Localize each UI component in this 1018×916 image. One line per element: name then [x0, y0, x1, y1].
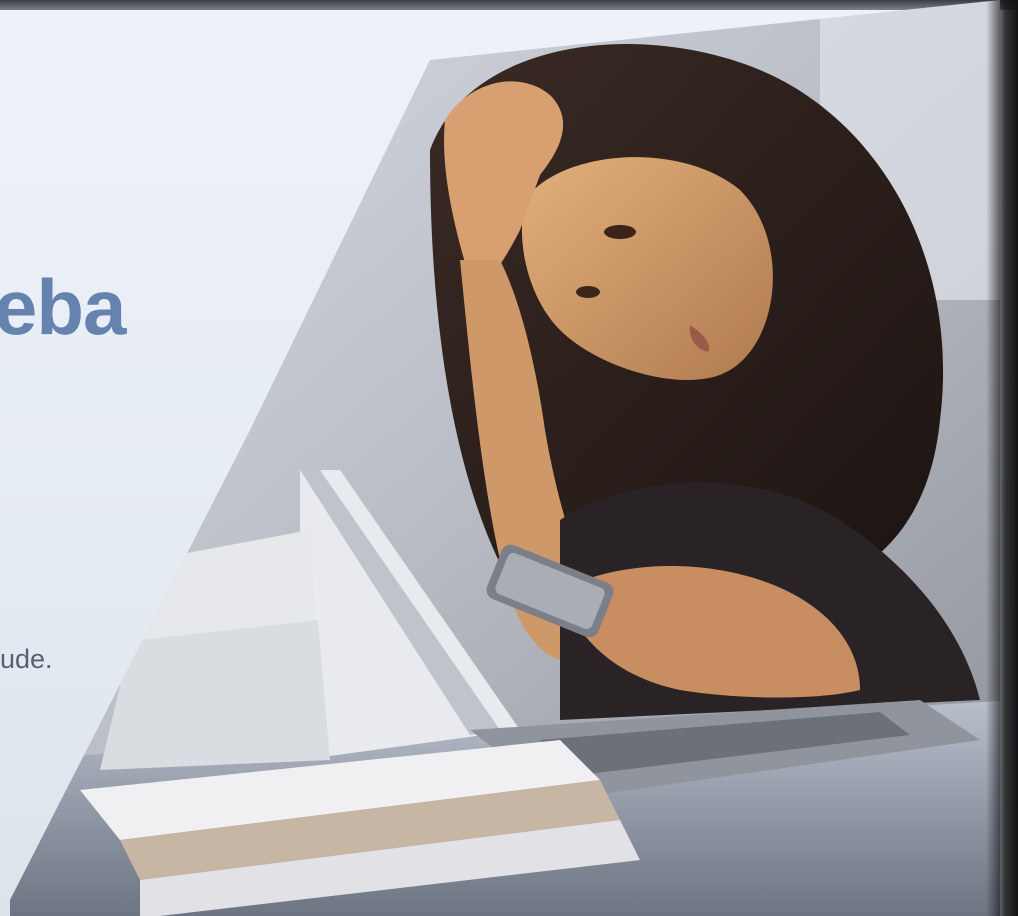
slide-screen: eba ude. — [0, 0, 1018, 916]
monitor-bezel-right — [986, 0, 1018, 916]
slide-headline: eba — [0, 263, 126, 351]
slide-body-text: ude. — [0, 644, 53, 674]
stressed-woman-photo — [10, 0, 1000, 916]
